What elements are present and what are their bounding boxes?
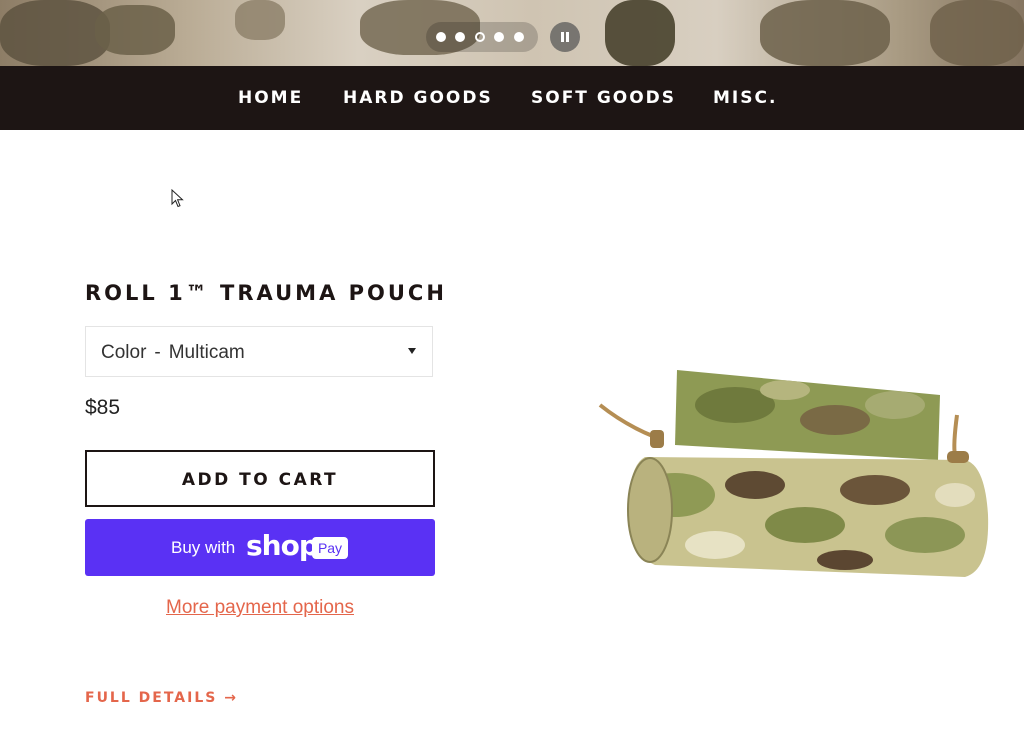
- main-nav: HOME HARD GOODS SOFT GOODS MISC.: [0, 66, 1024, 130]
- hero-image-figure: [235, 0, 285, 40]
- hero-image-figure: [760, 0, 890, 66]
- product-title: ROLL 1™ TRAUMA POUCH: [85, 281, 447, 305]
- slide-dot-1[interactable]: [436, 32, 446, 42]
- hero-image-figure: [605, 0, 675, 66]
- shop-pay-button[interactable]: Buy with shop Pay: [85, 519, 435, 576]
- hero-image-figure: [930, 0, 1024, 66]
- hero-image-figure: [95, 5, 175, 55]
- variant-value: Multicam: [168, 342, 245, 363]
- shop-pay-badge: Pay: [312, 537, 348, 559]
- camo-trauma-pouch-image: [598, 370, 989, 577]
- slide-dot-2[interactable]: [455, 32, 465, 42]
- variant-label: Color: [101, 342, 147, 363]
- product-price: $85: [85, 396, 121, 419]
- add-to-cart-button[interactable]: ADD TO CART: [85, 450, 435, 507]
- color-select[interactable]: Color - Multicam: [85, 326, 433, 377]
- more-payment-options-link[interactable]: More payment options: [85, 597, 435, 619]
- nav-soft-goods[interactable]: SOFT GOODS: [531, 87, 676, 109]
- slideshow-pause-button[interactable]: [550, 22, 580, 52]
- nav-home[interactable]: HOME: [238, 87, 303, 109]
- color-select-text: Color - Multicam: [101, 342, 245, 364]
- chevron-down-icon: [408, 348, 416, 354]
- slide-dot-4[interactable]: [494, 32, 504, 42]
- nav-hard-goods[interactable]: HARD GOODS: [343, 87, 493, 109]
- full-details-link[interactable]: FULL DETAILS →: [85, 690, 238, 706]
- hero-image-figure: [0, 0, 110, 66]
- hero-slideshow: [0, 0, 1024, 66]
- shop-pay-prefix: Buy with: [171, 538, 236, 557]
- slide-dot-5[interactable]: [514, 32, 524, 42]
- mouse-cursor-icon: [171, 189, 184, 208]
- slide-dot-3[interactable]: [475, 32, 485, 42]
- shop-pay-logo: shop: [246, 529, 319, 562]
- variant-separator: -: [154, 342, 161, 363]
- add-to-cart-label: ADD TO CART: [181, 470, 339, 490]
- pause-icon: [561, 32, 564, 42]
- nav-misc[interactable]: MISC.: [713, 87, 777, 109]
- pause-icon-bar: [566, 32, 569, 42]
